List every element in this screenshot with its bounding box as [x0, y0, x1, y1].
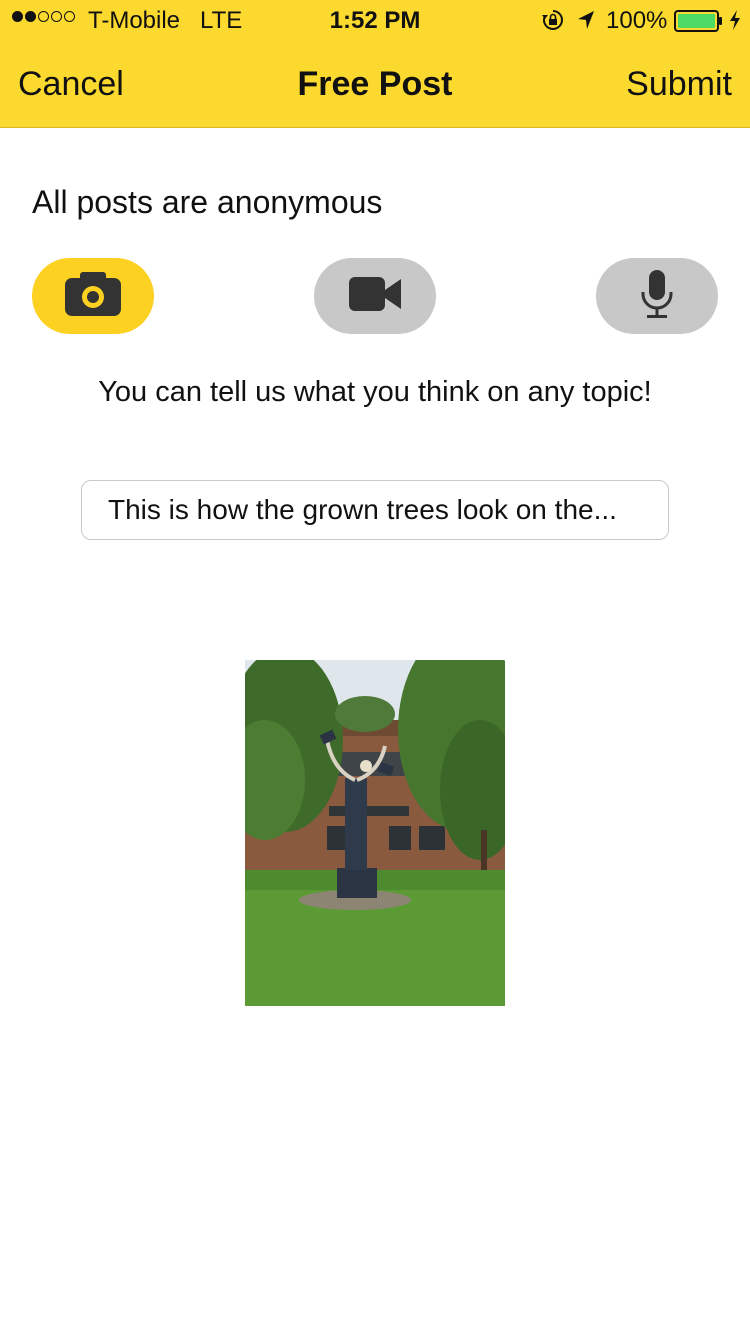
caption-input[interactable]: This is how the grown trees look on the.…: [81, 480, 669, 540]
video-camera-icon: [348, 276, 402, 317]
attached-photo[interactable]: [225, 630, 522, 1006]
anonymous-notice: All posts are anonymous: [32, 184, 383, 220]
location-arrow-icon: [576, 9, 596, 38]
video-button[interactable]: [314, 258, 436, 334]
charging-bolt-icon: [728, 9, 742, 38]
camera-button[interactable]: [32, 258, 154, 334]
camera-icon: [64, 271, 122, 322]
rotation-lock-icon: [540, 8, 566, 39]
battery-icon: [674, 10, 724, 39]
submit-button[interactable]: Submit: [626, 65, 732, 104]
prompt-text: You can tell us what you think on any to…: [98, 376, 652, 408]
top-bar: T-Mobile LTE 1:52 PM 100% Cancel Free Po…: [0, 0, 750, 128]
battery-percent: 100%: [606, 7, 668, 34]
microphone-icon: [639, 268, 675, 325]
navigation-bar: Cancel Free Post Submit: [0, 40, 750, 128]
audio-button[interactable]: [596, 258, 718, 334]
status-bar: T-Mobile LTE 1:52 PM 100%: [0, 0, 750, 40]
